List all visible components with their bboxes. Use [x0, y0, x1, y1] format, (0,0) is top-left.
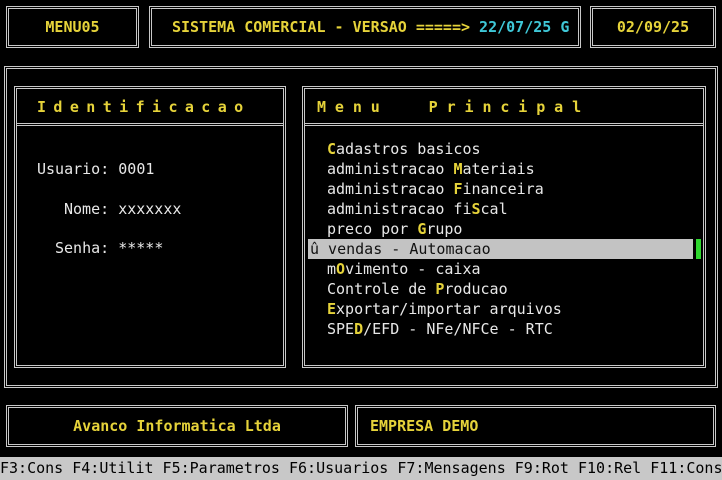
menu-item[interactable]: Exportar/importar arquivos: [327, 299, 562, 319]
menu-item-hotkey: D: [354, 320, 364, 338]
menu-item-text: m: [327, 260, 337, 278]
fkey-f3[interactable]: F3:Cons: [0, 459, 63, 477]
usuario-value[interactable]: 0001: [118, 160, 154, 178]
fkey-f4[interactable]: F4:Utilit: [63, 459, 153, 477]
menu-item-text: ateriais: [462, 160, 535, 178]
main-menu-panel: Menu Principal û vendas - Automacao Cada…: [302, 86, 706, 368]
main-menu-header: Menu Principal: [305, 89, 703, 126]
system-title-text: SISTEMA COMERCIAL - VERSAO =====>: [172, 18, 471, 36]
company-box: Avanco Informatica Ltda: [6, 405, 348, 447]
menu-item[interactable]: SPED/EFD - NFe/NFCe - RTC: [327, 319, 553, 339]
menu-item[interactable]: administracao fiScal: [327, 199, 508, 219]
date-box: 02/09/25: [590, 6, 716, 48]
menu-item-hotkey: C: [327, 140, 337, 158]
nome-field[interactable]: Nome: xxxxxxx: [64, 200, 181, 218]
menu-item[interactable]: mOvimento - caixa: [327, 259, 481, 279]
menu-item-text: administracao: [327, 160, 454, 178]
menu-item-text: Controle de: [327, 280, 436, 298]
menu-item[interactable]: preco por Grupo: [327, 219, 462, 239]
menu-item-label: û vendas - Automacao: [310, 240, 491, 258]
menu-item-text: adastros basicos: [336, 140, 481, 158]
system-title: SISTEMA COMERCIAL - VERSAO =====> 22/07/…: [172, 18, 569, 36]
menu-item[interactable]: Controle de Producao: [327, 279, 508, 299]
menu-item-text: inanceira: [462, 180, 544, 198]
empresa-name: EMPRESA DEMO: [370, 417, 479, 435]
fkey-f5[interactable]: F5:Parametros: [154, 459, 280, 477]
menu-item-text: /EFD - NFe/NFCe - RTC: [363, 320, 553, 338]
fkey-f7[interactable]: F7:Mensagens: [388, 459, 505, 477]
fkey-f11[interactable]: F11:Cons: [641, 459, 722, 477]
usuario-field[interactable]: Usuario: 0001: [37, 160, 154, 178]
fkey-f10[interactable]: F10:Rel: [569, 459, 641, 477]
menu-id: MENU05: [45, 18, 100, 36]
identification-panel: Identificacao Usuario: 0001 Nome: xxxxxx…: [14, 86, 286, 368]
menu-item-text: roducao: [444, 280, 508, 298]
fkey-f6[interactable]: F6:Usuarios: [280, 459, 388, 477]
menu-id-box: MENU05: [6, 6, 139, 48]
system-version: 22/07/25 G: [479, 18, 570, 36]
menu-item[interactable]: Cadastros basicos: [327, 139, 481, 159]
menu-item-hotkey: S: [471, 200, 481, 218]
identification-title: Identificacao: [37, 98, 251, 116]
nome-label: Nome:: [64, 200, 110, 218]
menu-item[interactable]: administracao Materiais: [327, 159, 535, 179]
menu-item-text: administracao fi: [327, 200, 472, 218]
menu-item-text: xportar/importar arquivos: [336, 300, 562, 318]
menu-item-hotkey: E: [327, 300, 337, 318]
empresa-box: EMPRESA DEMO: [355, 405, 716, 447]
menu-item-text: administracao: [327, 180, 454, 198]
company-name: Avanco Informatica Ltda: [73, 417, 281, 435]
senha-field[interactable]: Senha: *****: [55, 239, 163, 257]
main-menu-title: Menu Principal: [317, 98, 591, 116]
nome-value[interactable]: xxxxxxx: [118, 200, 181, 218]
menu-item-text: SPE: [327, 320, 355, 338]
menu-selection-highlight[interactable]: û vendas - Automacao: [308, 239, 693, 259]
cursor-marker: [696, 239, 701, 259]
menu-item-text: vimento - caixa: [345, 260, 481, 278]
senha-label: Senha:: [55, 239, 110, 257]
identification-header: Identificacao: [17, 89, 283, 126]
menu-item-text: cal: [480, 200, 508, 218]
menu-item-hotkey: O: [336, 260, 346, 278]
function-key-bar: F3:Cons F4:Utilit F5:Parametros F6:Usuar…: [0, 457, 722, 480]
system-title-box: SISTEMA COMERCIAL - VERSAO =====> 22/07/…: [149, 6, 581, 48]
senha-value[interactable]: *****: [118, 239, 163, 257]
menu-item[interactable]: administracao Financeira: [327, 179, 544, 199]
fkey-f9[interactable]: F9:Rot: [506, 459, 569, 477]
menu-item-text: rupo: [426, 220, 463, 238]
menu-item-text: preco por: [327, 220, 418, 238]
menu-item-hotkey: G: [417, 220, 427, 238]
current-date: 02/09/25: [616, 18, 690, 36]
usuario-label: Usuario:: [37, 160, 110, 178]
